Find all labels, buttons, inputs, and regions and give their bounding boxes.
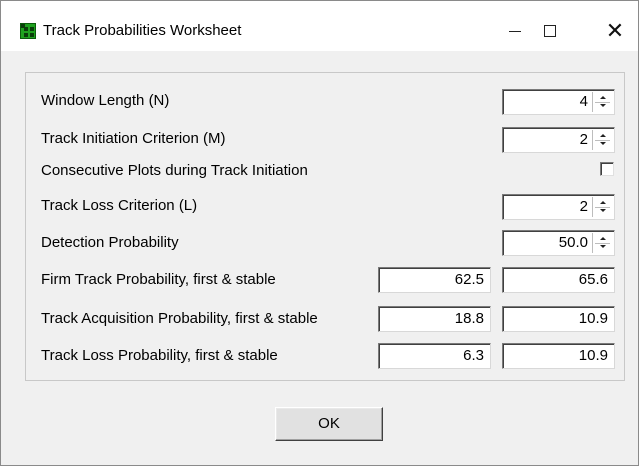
track-loss-criterion-spinner[interactable]: 2 — [502, 194, 615, 220]
minimize-icon — [509, 30, 521, 32]
track-acquisition-first-field[interactable]: 18.8 — [378, 306, 491, 332]
spin-arrows-icon[interactable] — [592, 92, 612, 112]
maximize-icon — [544, 25, 556, 37]
window-title: Track Probabilities Worksheet — [43, 22, 242, 39]
consecutive-plots-label: Consecutive Plots during Track Initiatio… — [41, 162, 308, 179]
window-length-spinner[interactable]: 4 — [502, 89, 615, 115]
track-initiation-spinner[interactable]: 2 — [502, 127, 615, 153]
title-bar[interactable]: Track Probabilities Worksheet ✕ — [1, 1, 638, 51]
firm-track-stable-field[interactable]: 65.6 — [502, 267, 615, 293]
close-button[interactable]: ✕ — [592, 13, 638, 49]
maximize-button[interactable] — [527, 13, 573, 49]
spin-arrows-icon[interactable] — [592, 197, 612, 217]
track-initiation-label: Track Initiation Criterion (M) — [41, 130, 226, 147]
detection-probability-value: 50.0 — [558, 234, 588, 251]
consecutive-plots-checkbox[interactable] — [600, 162, 614, 176]
spin-arrows-icon[interactable] — [592, 130, 612, 150]
track-loss-first-field[interactable]: 6.3 — [378, 343, 491, 369]
app-icon — [20, 23, 36, 39]
track-acquisition-stable-field[interactable]: 10.9 — [502, 306, 615, 332]
detection-probability-label: Detection Probability — [41, 234, 179, 251]
window-length-value: 4 — [579, 93, 588, 110]
firm-track-probability-label: Firm Track Probability, first & stable — [41, 271, 276, 288]
parameters-group — [25, 72, 625, 381]
dialog-window: Track Probabilities Worksheet ✕ Window L… — [0, 0, 639, 466]
track-loss-stable-field[interactable]: 10.9 — [502, 343, 615, 369]
track-loss-criterion-value: 2 — [579, 198, 588, 215]
detection-probability-spinner[interactable]: 50.0 — [502, 230, 615, 256]
ok-button[interactable]: OK — [275, 407, 383, 441]
track-loss-criterion-label: Track Loss Criterion (L) — [41, 197, 198, 214]
track-initiation-value: 2 — [579, 131, 588, 148]
track-acquisition-probability-label: Track Acquisition Probability, first & s… — [41, 310, 318, 327]
close-icon: ✕ — [605, 18, 625, 43]
window-length-label: Window Length (N) — [41, 92, 170, 109]
spin-arrows-icon[interactable] — [592, 233, 612, 253]
firm-track-first-field[interactable]: 62.5 — [378, 267, 491, 293]
track-loss-probability-label: Track Loss Probability, first & stable — [41, 347, 278, 364]
